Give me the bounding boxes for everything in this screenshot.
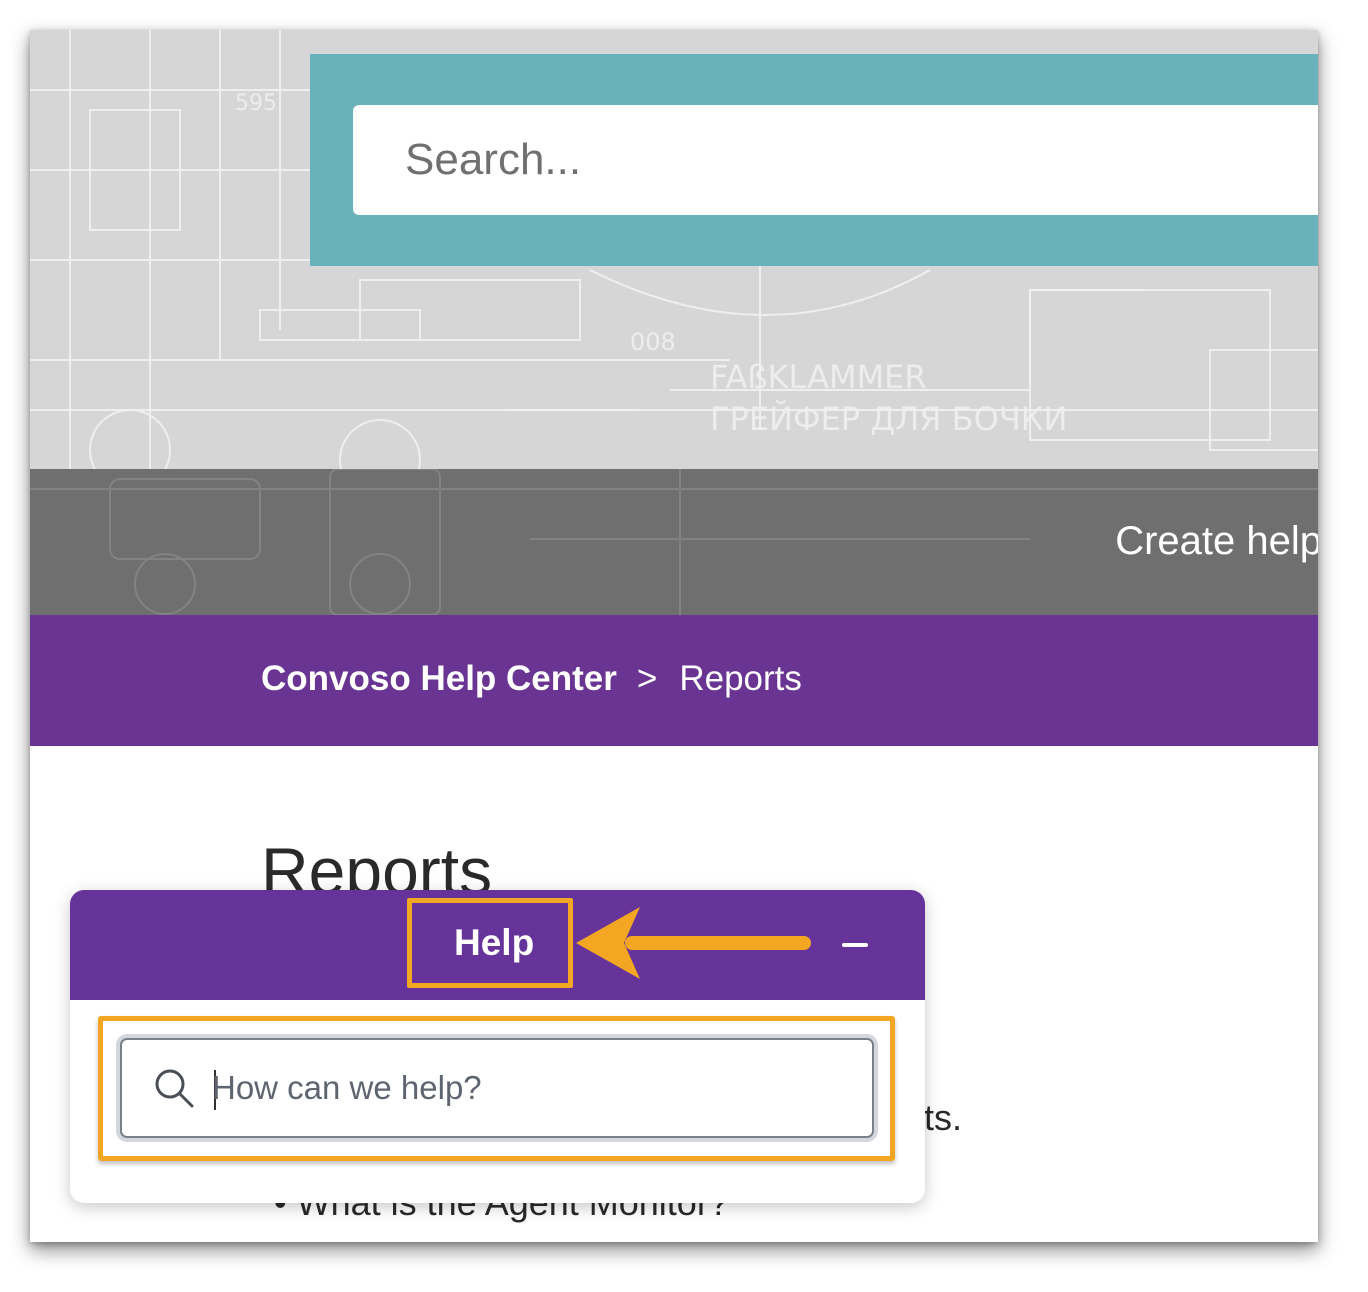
minimize-icon: [842, 943, 868, 947]
help-widget-header: Help: [70, 890, 925, 1000]
breadcrumb-bar: Convoso Help Center > Reports: [30, 615, 1318, 746]
search-icon: [155, 1069, 194, 1108]
title-highlight-box: [407, 898, 573, 988]
help-search-field[interactable]: [120, 1038, 874, 1138]
minimize-button[interactable]: [840, 930, 870, 960]
breadcrumb-home-link[interactable]: Convoso Help Center: [261, 659, 617, 698]
blueprint-label-6: 008: [630, 328, 676, 356]
breadcrumb: Convoso Help Center > Reports: [261, 659, 802, 699]
blueprint-label-1: FAßKLAMMER: [710, 358, 927, 396]
site-search-input[interactable]: [353, 105, 1318, 215]
breadcrumb-current-link[interactable]: Reports: [679, 659, 802, 698]
blueprint-label-2: ГРЕЙФЕР ДЛЯ БОЧКИ: [710, 400, 1067, 438]
help-widget: Help: [70, 890, 925, 1203]
screenshot-frame: FAßKLAMMER ГРЕЙФЕР ДЛЯ БОЧКИ 595 008 Sea…: [30, 30, 1318, 1242]
hero-banner: FAßKLAMMER ГРЕЙФЕР ДЛЯ БОЧКИ 595 008: [30, 30, 1318, 469]
help-search-input[interactable]: [212, 1040, 852, 1136]
breadcrumb-separator: >: [636, 659, 658, 698]
create-help-link[interactable]: Create help: [1115, 519, 1318, 564]
annotation-arrow-icon: [576, 907, 811, 979]
nav-band: Create help: [30, 469, 1318, 615]
search-band: [310, 54, 1318, 266]
blueprint-label-3: 595: [235, 91, 277, 116]
site-search-box[interactable]: [353, 105, 1318, 215]
